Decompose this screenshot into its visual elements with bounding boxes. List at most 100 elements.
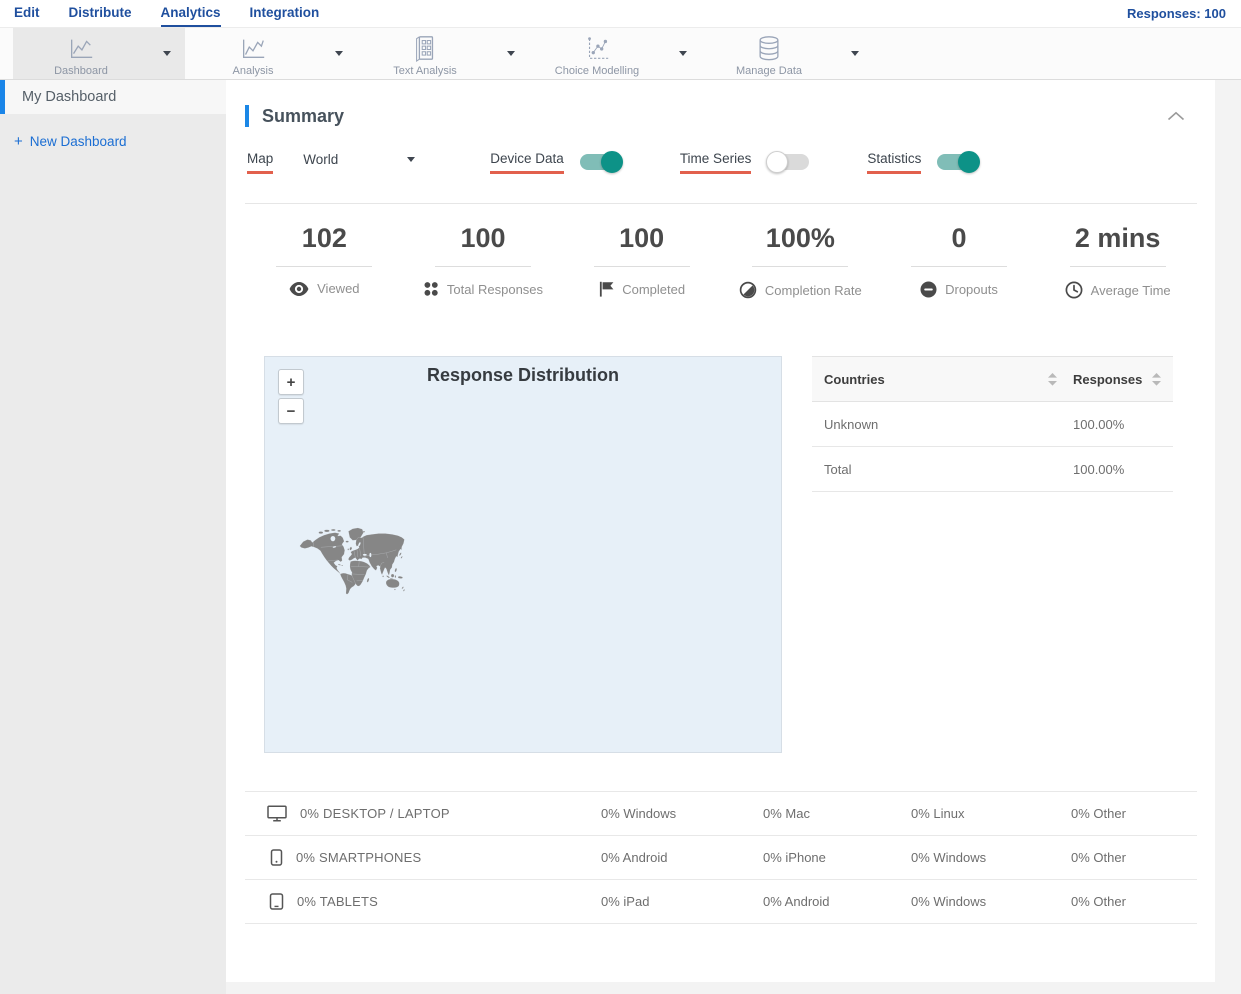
device-stat: 0% Android (601, 850, 668, 865)
device-category-label: 0% DESKTOP / LAPTOP (300, 806, 450, 821)
device-category-label: 0% SMARTPHONES (296, 850, 422, 865)
nav-item-edit[interactable]: Edit (14, 0, 40, 27)
divider (752, 266, 849, 267)
map-zoom-in-button[interactable]: + (278, 369, 304, 395)
analytics-toolbar: Dashboard Analysis Text Analysis Choice … (0, 28, 1241, 80)
countries-table: Countries Responses Unknown 100.00% Tota… (812, 356, 1173, 492)
time-series-control: Time Series (679, 150, 810, 174)
text-analysis-button[interactable]: Text Analysis (357, 28, 493, 79)
table-row: Unknown 100.00% (812, 402, 1173, 447)
toggle-knob (958, 150, 981, 173)
line-chart-icon (238, 34, 268, 62)
device-data-label: Device Data (490, 151, 564, 174)
toolbar-item-choice-modelling[interactable]: Choice Modelling (529, 28, 701, 79)
divider (910, 266, 1007, 267)
responses-count[interactable]: Responses: 100 (1127, 6, 1226, 21)
toolbar-label: Dashboard (54, 64, 108, 77)
divider (1069, 266, 1166, 267)
toolbar-label: Choice Modelling (554, 64, 640, 77)
document-grid-icon (410, 34, 440, 62)
half-circle-icon (739, 281, 757, 299)
stat-value: 100% (765, 223, 835, 253)
toolbar-label: Text Analysis (393, 64, 457, 77)
stat-dropouts: 0 Dropouts (880, 223, 1039, 299)
chevron-up-icon (1167, 111, 1185, 121)
summary-controls: Map World Device Data Time Series Statis… (245, 150, 1197, 181)
device-stat: 0% Windows (911, 850, 987, 865)
stat-value: 2 mins (1074, 223, 1161, 253)
map-region-select[interactable]: World (303, 151, 416, 167)
manage-data-dropdown-button[interactable] (837, 28, 873, 79)
table-row-desktop: 0% DESKTOP / LAPTOP 0% Windows 0% Mac 0%… (245, 792, 1197, 836)
nav-item-analytics[interactable]: Analytics (160, 0, 221, 27)
divider (593, 266, 690, 267)
flag-icon (598, 281, 614, 297)
device-data-toggle[interactable] (579, 150, 623, 173)
device-data-control: Device Data (490, 150, 623, 174)
caret-down-icon (851, 51, 859, 56)
analysis-button[interactable]: Analysis (185, 28, 321, 79)
map-section: Response Distribution + − Countries Resp… (245, 356, 1197, 753)
stat-viewed: 102 Viewed (245, 223, 404, 299)
nav-item-distribute[interactable]: Distribute (69, 0, 132, 27)
toolbar-item-text-analysis[interactable]: Text Analysis (357, 28, 529, 79)
caret-down-icon (335, 51, 343, 56)
map-label: Map (247, 151, 274, 174)
map-region-value: World (303, 152, 339, 167)
summary-header: Summary (245, 80, 1197, 127)
time-series-label: Time Series (679, 151, 752, 174)
new-dashboard-label: New Dashboard (29, 134, 127, 149)
collapse-section-button[interactable] (1167, 111, 1185, 121)
caret-down-icon (407, 157, 416, 162)
dashboard-dropdown-button[interactable] (149, 28, 185, 79)
minus-circle-icon (920, 281, 937, 298)
response-distribution-map[interactable]: Response Distribution + − (264, 356, 782, 753)
toggle-knob (600, 150, 623, 173)
sidebar-item-label: My Dashboard (22, 89, 117, 105)
toolbar-item-analysis[interactable]: Analysis (185, 28, 357, 79)
nav-item-integration[interactable]: Integration (250, 0, 320, 27)
choice-modelling-dropdown-button[interactable] (665, 28, 701, 79)
device-stat: 0% Windows (601, 806, 677, 821)
sort-icon[interactable] (1048, 372, 1057, 386)
table-row-tablets: 0% TABLETS 0% iPad 0% Android 0% Windows… (245, 880, 1197, 924)
stat-value: 100 (619, 223, 665, 253)
manage-data-button[interactable]: Manage Data (701, 28, 837, 79)
text-analysis-dropdown-button[interactable] (493, 28, 529, 79)
map-zoom-out-button[interactable]: − (278, 398, 304, 424)
caret-down-icon (507, 51, 515, 56)
device-stat: 0% Windows (911, 894, 987, 909)
toolbar-label: Manage Data (735, 64, 803, 77)
stat-label: Completed (622, 281, 686, 297)
smartphone-icon (267, 849, 283, 866)
analysis-dropdown-button[interactable] (321, 28, 357, 79)
toolbar-item-manage-data[interactable]: Manage Data (701, 28, 873, 79)
countries-column-header[interactable]: Countries (824, 372, 1073, 387)
sidebar-item-my-dashboard[interactable]: My Dashboard (0, 80, 226, 114)
statistics-toggle[interactable] (937, 150, 981, 173)
country-name: Unknown (824, 416, 879, 432)
device-stat: 0% iPhone (763, 850, 826, 865)
new-dashboard-button[interactable]: + New Dashboard (14, 134, 226, 149)
sort-icon[interactable] (1152, 372, 1161, 386)
divider (276, 266, 373, 267)
choice-modelling-button[interactable]: Choice Modelling (529, 28, 665, 79)
stat-total-responses: 100 Total Responses (404, 223, 563, 299)
stat-completion-rate: 100% Completion Rate (721, 223, 880, 299)
toggle-knob (766, 150, 789, 173)
dashboard-button[interactable]: Dashboard (13, 28, 149, 79)
responses-column-header[interactable]: Responses (1073, 372, 1161, 387)
table-row-smartphones: 0% SMARTPHONES 0% Android 0% iPhone 0% W… (245, 836, 1197, 880)
tablet-icon (267, 893, 284, 910)
divider (245, 203, 1197, 204)
countries-table-header: Countries Responses (812, 356, 1173, 402)
line-chart-icon (66, 34, 96, 62)
stat-label: Completion Rate (764, 282, 862, 298)
divider (434, 266, 531, 267)
stat-average-time: 2 mins Average Time (1038, 223, 1197, 299)
toolbar-item-dashboard[interactable]: Dashboard (13, 28, 185, 79)
dashboard-sidebar: My Dashboard + New Dashboard (0, 80, 226, 994)
time-series-toggle[interactable] (766, 150, 810, 173)
device-data-table: 0% DESKTOP / LAPTOP 0% Windows 0% Mac 0%… (245, 791, 1197, 924)
scatter-chart-icon (582, 34, 612, 62)
